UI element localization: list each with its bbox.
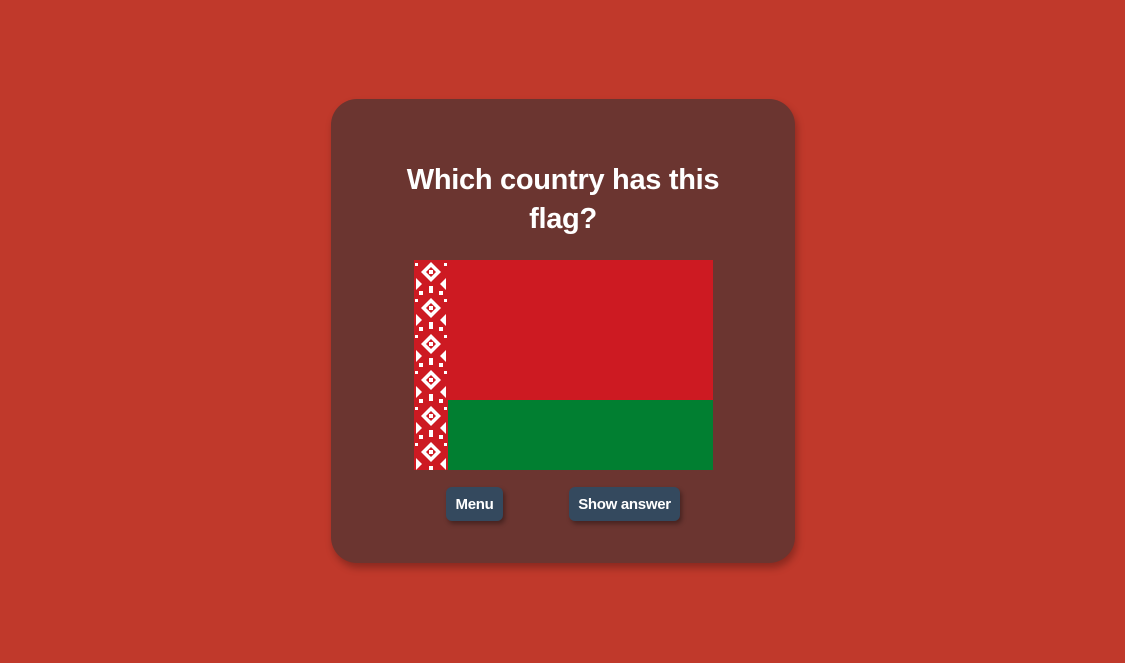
flag-ornament-stripe (414, 260, 448, 470)
quiz-card: Which country has this flag? Menu Show a… (331, 99, 795, 563)
flag-green-band (448, 400, 713, 470)
question-title: Which country has this flag? (406, 164, 720, 235)
menu-button[interactable]: Menu (446, 487, 503, 521)
show-answer-button[interactable]: Show answer (569, 487, 680, 521)
belarus-flag-icon (414, 260, 713, 470)
flag-red-band (448, 260, 713, 400)
